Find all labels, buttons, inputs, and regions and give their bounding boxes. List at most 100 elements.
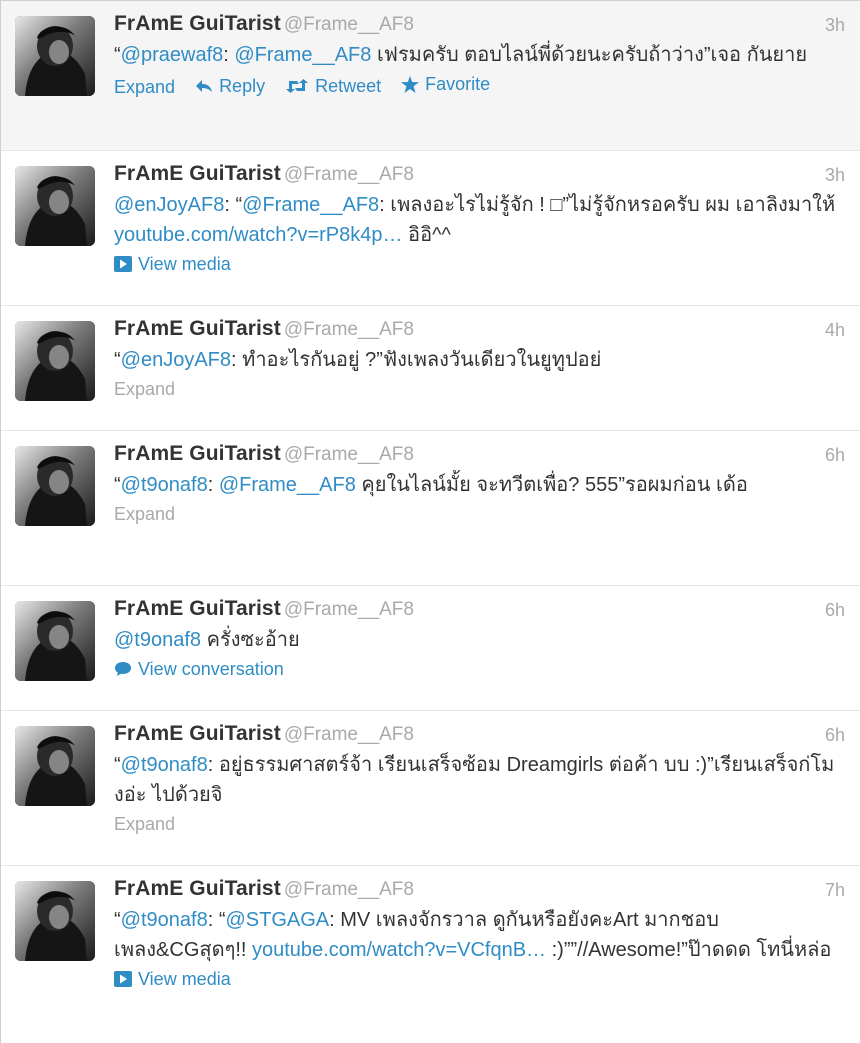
tweet-item[interactable]: FrAmE GuiTarist @Frame__AF8 6h @t9onaf8 ครั… — [1, 586, 860, 711]
tweet-content: FrAmE GuiTarist @Frame__AF8 6h “@t9onaf8: @… — [114, 442, 847, 528]
author-name[interactable]: FrAmE GuiTarist — [114, 877, 281, 900]
tweet-item[interactable]: FrAmE GuiTarist @Frame__AF8 3h @enJoyAF8: “… — [1, 151, 860, 306]
url-link[interactable]: youtube.com/watch?v=VCfqnB… — [252, 939, 546, 961]
reply-button[interactable]: Reply — [195, 72, 265, 100]
mention-link[interactable]: @Frame__AF8 — [242, 194, 379, 216]
tweet-timestamp[interactable]: 3h — [825, 165, 845, 186]
author-handle[interactable]: @Frame__AF8 — [284, 319, 414, 340]
avatar[interactable] — [15, 166, 95, 246]
tweet-item[interactable]: FrAmE GuiTarist @Frame__AF8 6h “@t9onaf8: อ… — [1, 711, 860, 866]
media-icon — [114, 971, 138, 987]
url-link[interactable]: youtube.com/watch?v=rP8k4p… — [114, 224, 403, 246]
tweet-timestamp[interactable]: 4h — [825, 320, 845, 341]
mention-link[interactable]: @t9onaf8 — [121, 474, 208, 496]
tweet-text: @t9onaf8 ครั่งซะอ้าย — [114, 625, 847, 655]
author-handle[interactable]: @Frame__AF8 — [284, 599, 414, 620]
tweet-item[interactable]: FrAmE GuiTarist @Frame__AF8 4h “@enJoyAF8: … — [1, 306, 860, 431]
footer-label: View media — [138, 254, 231, 274]
mention-link[interactable]: @STGAGA — [225, 909, 329, 931]
avatar[interactable] — [15, 321, 95, 401]
tweet-text: “@t9onaf8: @Frame__AF8 คุยในไลน์มั้ย จะท… — [114, 470, 847, 500]
tweet-text: “@praewaf8: @Frame__AF8 เฟรมครับ ตอบไลน์… — [114, 40, 847, 70]
tweet-item[interactable]: FrAmE GuiTarist @Frame__AF8 6h “@t9onaf8: @… — [1, 431, 860, 586]
tweet-content: FrAmE GuiTarist @Frame__AF8 6h @t9onaf8 ครั… — [114, 597, 847, 683]
tweet-text-segment: เฟรมครับ ตอบไลน์พี่ด้วยนะครับถ้าว่าง”เจอ… — [371, 44, 808, 66]
mention-link[interactable]: @t9onaf8 — [121, 754, 208, 776]
tweet-actions: Expand Reply Retweet Favorite — [114, 70, 847, 98]
author-name[interactable]: FrAmE GuiTarist — [114, 597, 281, 620]
tweet-header: FrAmE GuiTarist @Frame__AF8 3h — [114, 162, 847, 190]
author-handle[interactable]: @Frame__AF8 — [284, 724, 414, 745]
reply-icon — [195, 79, 219, 93]
tweet-text-segment: “ — [114, 474, 121, 496]
footer-label: View conversation — [138, 659, 284, 679]
tweet-text-segment: “ — [114, 44, 121, 66]
tweet-content: FrAmE GuiTarist @Frame__AF8 7h “@t9onaf8: “… — [114, 877, 847, 993]
tweet-header: FrAmE GuiTarist @Frame__AF8 6h — [114, 722, 847, 750]
tweet-header: FrAmE GuiTarist @Frame__AF8 6h — [114, 442, 847, 470]
tweet-text: “@t9onaf8: อยู่ธรรมศาสตร์จ้า เรียนเสร็จซ… — [114, 750, 847, 810]
retweet-icon — [285, 78, 315, 93]
avatar[interactable] — [15, 726, 95, 806]
view-media-link[interactable]: View media — [114, 250, 847, 278]
author-handle[interactable]: @Frame__AF8 — [284, 14, 414, 35]
expand-link[interactable]: Expand — [114, 73, 175, 101]
author-name[interactable]: FrAmE GuiTarist — [114, 162, 281, 185]
mention-link[interactable]: @t9onaf8 — [114, 629, 201, 651]
tweet-header: FrAmE GuiTarist @Frame__AF8 4h — [114, 317, 847, 345]
tweet-header: FrAmE GuiTarist @Frame__AF8 3h — [114, 12, 847, 40]
tweet-text-segment: “ — [114, 909, 121, 931]
avatar[interactable] — [15, 446, 95, 526]
author-handle[interactable]: @Frame__AF8 — [284, 444, 414, 465]
tweet-text-segment: : ทำอะไรกันอยู่ ?”ฟังเพลงวันเดียวในยูทูป… — [231, 349, 602, 371]
mention-link[interactable]: @enJoyAF8 — [114, 194, 224, 216]
tweet-content: FrAmE GuiTarist @Frame__AF8 4h “@enJoyAF8: … — [114, 317, 847, 403]
author-handle[interactable]: @Frame__AF8 — [284, 164, 414, 185]
favorite-button[interactable]: Favorite — [401, 70, 490, 98]
expand-link[interactable]: Expand — [114, 375, 847, 403]
tweet-text-segment: : เพลงอะไรไม่รู้จัก ! □”ไม่รู้จักหรอครับ… — [379, 194, 836, 216]
tweet-header: FrAmE GuiTarist @Frame__AF8 6h — [114, 597, 847, 625]
media-icon — [114, 256, 138, 272]
author-name[interactable]: FrAmE GuiTarist — [114, 722, 281, 745]
tweet-text-segment: “ — [114, 349, 121, 371]
author-name[interactable]: FrAmE GuiTarist — [114, 12, 281, 35]
tweet-timestamp[interactable]: 6h — [825, 600, 845, 621]
expand-link[interactable]: Expand — [114, 500, 847, 528]
mention-link[interactable]: @enJoyAF8 — [121, 349, 231, 371]
mention-link[interactable]: @Frame__AF8 — [234, 44, 371, 66]
view-media-link[interactable]: View media — [114, 965, 847, 993]
tweet-text-segment: “ — [114, 754, 121, 776]
avatar[interactable] — [15, 881, 95, 961]
tweet-item[interactable]: FrAmE GuiTarist @Frame__AF8 3h “@praewaf8: … — [1, 1, 860, 151]
favorite-label: Favorite — [425, 74, 491, 94]
tweet-timeline: FrAmE GuiTarist @Frame__AF8 3h “@praewaf8: … — [0, 0, 860, 1043]
author-name[interactable]: FrAmE GuiTarist — [114, 317, 281, 340]
tweet-timestamp[interactable]: 3h — [825, 15, 845, 36]
author-handle[interactable]: @Frame__AF8 — [284, 879, 414, 900]
tweet-timestamp[interactable]: 6h — [825, 445, 845, 466]
tweet-timestamp[interactable]: 7h — [825, 880, 845, 901]
tweet-timestamp[interactable]: 6h — [825, 725, 845, 746]
avatar[interactable] — [15, 601, 95, 681]
tweet-item[interactable]: FrAmE GuiTarist @Frame__AF8 7h “@t9onaf8: “… — [1, 866, 860, 1043]
reply-label: Reply — [219, 75, 266, 96]
tweet-text: @enJoyAF8: “@Frame__AF8: เพลงอะไรไม่รู้จ… — [114, 190, 847, 250]
tweet-text-segment: คุยในไลน์มั้ย จะทวีตเพื่อ? 555”รอผมก่อน … — [355, 474, 748, 496]
tweet-text: “@t9onaf8: “@STGAGA: MV เพลงจักรวาล ดูกั… — [114, 905, 847, 965]
tweet-header: FrAmE GuiTarist @Frame__AF8 7h — [114, 877, 847, 905]
tweet-text-segment: : “ — [207, 909, 226, 931]
avatar[interactable] — [15, 16, 95, 96]
star-icon — [401, 75, 425, 93]
mention-link[interactable]: @t9onaf8 — [121, 909, 208, 931]
tweet-text-segment: : — [223, 44, 235, 66]
retweet-button[interactable]: Retweet — [285, 72, 381, 100]
tweet-text-segment: อิอิ^^ — [402, 224, 451, 246]
tweet-content: FrAmE GuiTarist @Frame__AF8 6h “@t9onaf8: อ… — [114, 722, 847, 838]
author-name[interactable]: FrAmE GuiTarist — [114, 442, 281, 465]
retweet-label: Retweet — [315, 75, 382, 96]
expand-link[interactable]: Expand — [114, 810, 847, 838]
mention-link[interactable]: @praewaf8 — [121, 44, 224, 66]
mention-link[interactable]: @Frame__AF8 — [219, 474, 356, 496]
view-conversation-link[interactable]: View conversation — [114, 655, 847, 683]
